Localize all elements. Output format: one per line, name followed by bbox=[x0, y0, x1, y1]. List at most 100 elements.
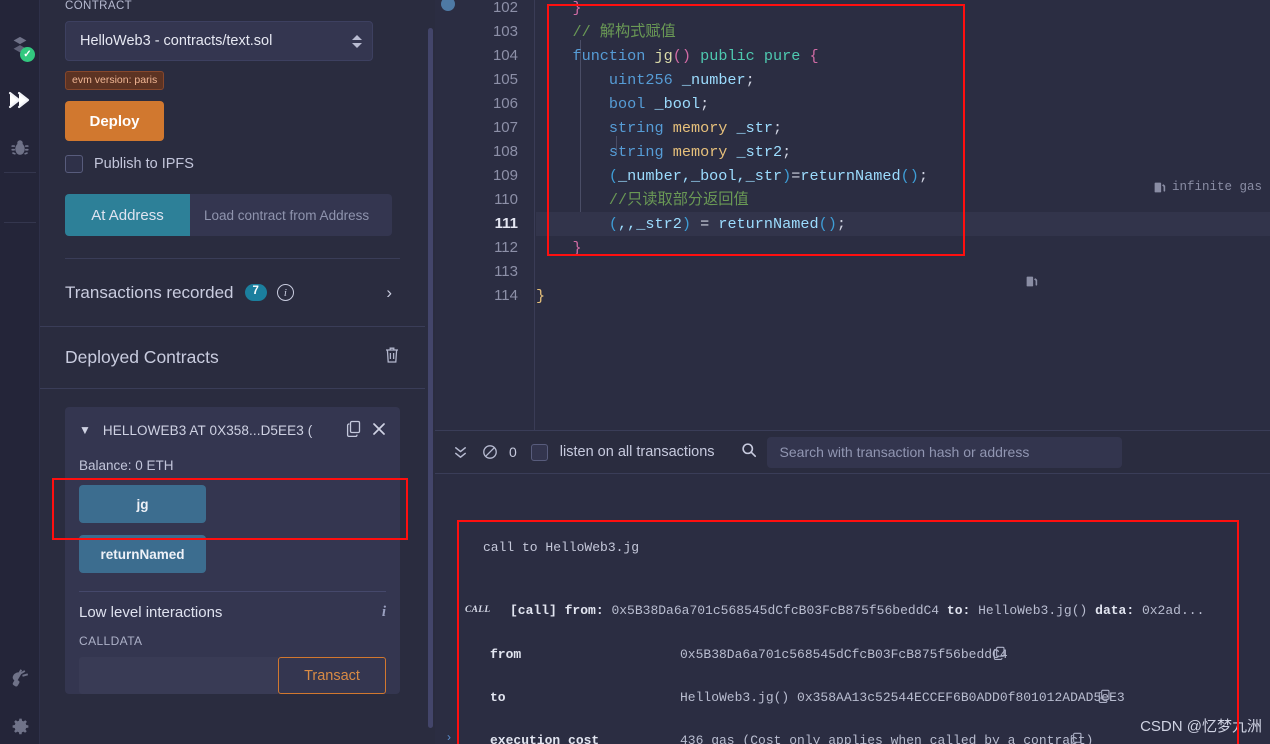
publish-ipfs-checkbox[interactable] bbox=[65, 155, 83, 173]
call-summary-token: [call] bbox=[510, 603, 557, 618]
detail-value-from: 0x5B38Da6a701c568545dCfcB03FcB875f56bedd… bbox=[680, 647, 1008, 662]
copy-icon[interactable] bbox=[1098, 689, 1111, 708]
code-content: } // 解构式赋值 function jg() public pure { u… bbox=[536, 0, 1270, 430]
terminal-prompt-caret: › bbox=[447, 730, 451, 744]
watermark: CSDN @忆梦九洲 bbox=[1140, 718, 1262, 735]
code-editor[interactable]: 102 103 104 105 106 107 108 109 110 111 112 113 114 … bbox=[435, 0, 1270, 430]
deployed-contracts-label: Deployed Contracts bbox=[65, 347, 219, 367]
at-address-input[interactable] bbox=[190, 194, 392, 236]
detail-value-execution-cost: 436 gas (Cost only applies when called b… bbox=[680, 733, 1094, 744]
detail-label-execution-cost: execution cost bbox=[490, 733, 600, 744]
line-number: 113 bbox=[494, 263, 518, 280]
chevron-down-icon[interactable]: ▼ bbox=[79, 423, 91, 437]
low-level-divider bbox=[79, 591, 386, 592]
editor-gutter: 102 103 104 105 106 107 108 109 110 111 112 113 114 bbox=[435, 0, 535, 430]
listen-all-transactions-checkbox[interactable] bbox=[530, 443, 548, 461]
gas-pump-icon bbox=[1154, 182, 1166, 192]
deployed-contract-header[interactable]: ▼ HELLOWEB3 AT 0X358...D5EE3 ( bbox=[79, 420, 386, 440]
solidity-compiler-icon[interactable]: ✓ bbox=[0, 26, 40, 66]
detail-label-from: from bbox=[490, 647, 522, 662]
contract-label: CONTRACT bbox=[65, 0, 133, 12]
code-line[interactable] bbox=[536, 260, 1270, 284]
right-area: 102 103 104 105 106 107 108 109 110 111 112 113 114 … bbox=[435, 0, 1270, 744]
code-line[interactable]: string memory _str; bbox=[536, 116, 1270, 140]
collapse-terminal-icon[interactable] bbox=[445, 445, 475, 460]
breakpoint-glyph-icon[interactable] bbox=[441, 0, 455, 11]
contract-section: CONTRACT HelloWeb3 - contracts/text.sol … bbox=[40, 0, 425, 259]
transactions-recorded-row[interactable]: Transactions recorded 7 i › bbox=[40, 259, 425, 327]
plugin-manager-icon[interactable] bbox=[0, 658, 40, 698]
line-number: 105 bbox=[492, 71, 518, 88]
remix-ide-window: ✓ CONTRACT HelloWeb3 - contracts/text.so… bbox=[0, 0, 1270, 744]
panel-resize-handle[interactable] bbox=[425, 0, 435, 744]
calldata-input[interactable] bbox=[79, 657, 278, 694]
evm-version-badge: evm version: paris bbox=[65, 71, 165, 90]
contract-select-value: HelloWeb3 - contracts/text.sol bbox=[80, 33, 273, 49]
code-line[interactable]: // 解构式赋值 bbox=[536, 20, 1270, 44]
publish-ipfs-label: Publish to IPFS bbox=[94, 156, 194, 172]
deploy-button[interactable]: Deploy bbox=[65, 101, 164, 141]
call-summary-token: data: bbox=[1095, 603, 1135, 618]
copy-icon[interactable] bbox=[1070, 732, 1083, 744]
deployed-contracts-header: Deployed Contracts bbox=[40, 327, 425, 389]
line-number: 104 bbox=[492, 47, 518, 64]
code-line[interactable]: function jg() public pure { bbox=[536, 44, 1270, 68]
code-line[interactable]: bool _bool; bbox=[536, 92, 1270, 116]
calldata-label: CALLDATA bbox=[79, 634, 143, 648]
settings-gear-icon[interactable] bbox=[0, 706, 40, 744]
code-line[interactable]: (,,_str2) = returnNamed(); bbox=[536, 212, 1270, 236]
line-number: 110 bbox=[494, 191, 518, 208]
line-number: 108 bbox=[492, 143, 518, 160]
copy-address-icon[interactable] bbox=[346, 420, 362, 440]
line-number: 106 bbox=[492, 95, 518, 112]
line-number: 112 bbox=[494, 239, 518, 256]
terminal-log-title: call to HelloWeb3.jg bbox=[483, 540, 640, 555]
gas-estimate-line-110: infinite gas bbox=[1153, 180, 1262, 194]
code-line[interactable]: } bbox=[536, 0, 1270, 20]
line-number: 103 bbox=[492, 23, 518, 40]
call-summary-token bbox=[557, 603, 565, 618]
terminal-output[interactable]: call to HelloWeb3.jg CALL [call] from: 0… bbox=[435, 474, 1270, 744]
deployed-contract-title: HELLOWEB3 AT 0X358...D5EE3 ( bbox=[102, 422, 313, 438]
debugger-bug-icon[interactable] bbox=[0, 128, 40, 168]
chevron-updown-icon bbox=[352, 34, 362, 48]
compiler-success-badge: ✓ bbox=[20, 47, 35, 62]
line-number: 114 bbox=[494, 287, 518, 304]
copy-icon[interactable] bbox=[993, 646, 1006, 665]
low-level-interactions-header: Low level interactions i bbox=[79, 604, 386, 621]
gas-pump-icon bbox=[1026, 276, 1038, 287]
deployed-contract-card: ▼ HELLOWEB3 AT 0X358...D5EE3 ( Balance: … bbox=[65, 407, 400, 694]
at-address-row: At Address bbox=[65, 194, 392, 236]
transaction-search-input[interactable] bbox=[766, 436, 1122, 468]
function-button-jg[interactable]: jg bbox=[79, 485, 206, 523]
search-icon[interactable] bbox=[741, 442, 757, 463]
listen-all-transactions-label: listen on all transactions bbox=[559, 444, 715, 460]
call-summary-token: from: bbox=[564, 603, 604, 618]
detail-value-to: HelloWeb3.jg() 0x358AA13c52544ECCEF6B0AD… bbox=[680, 690, 1125, 705]
contract-select[interactable]: HelloWeb3 - contracts/text.sol bbox=[65, 21, 373, 61]
deploy-run-icon[interactable] bbox=[0, 80, 40, 120]
line-number: 109 bbox=[492, 167, 518, 184]
clear-console-icon[interactable] bbox=[475, 444, 505, 460]
at-address-button[interactable]: At Address bbox=[65, 194, 190, 236]
close-contract-icon[interactable] bbox=[372, 422, 386, 439]
publish-to-ipfs-row[interactable]: Publish to IPFS bbox=[65, 155, 400, 173]
low-level-info-icon[interactable]: i bbox=[382, 604, 386, 621]
calldata-row: Transact bbox=[79, 657, 386, 694]
transact-button[interactable]: Transact bbox=[278, 657, 386, 694]
icon-rail: ✓ bbox=[0, 0, 40, 744]
line-number: 107 bbox=[492, 119, 518, 136]
deploy-and-run-panel: CONTRACT HelloWeb3 - contracts/text.sol … bbox=[40, 0, 425, 744]
code-line[interactable]: } bbox=[536, 236, 1270, 260]
terminal-toolbar: 0 listen on all transactions bbox=[435, 430, 1270, 474]
call-type-badge: CALL bbox=[465, 605, 491, 615]
detail-label-to: to bbox=[490, 690, 506, 705]
call-summary-line: [call] from: 0x5B38Da6a701c568545dCfcB03… bbox=[510, 603, 1204, 618]
trash-icon[interactable] bbox=[384, 346, 400, 369]
info-icon[interactable]: i bbox=[276, 284, 294, 301]
code-line[interactable]: string memory _str2; bbox=[536, 140, 1270, 164]
function-button-returnNamed[interactable]: returnNamed bbox=[79, 535, 206, 573]
code-line[interactable]: uint256 _number; bbox=[536, 68, 1270, 92]
chevron-right-icon[interactable]: › bbox=[386, 283, 400, 303]
code-line[interactable]: } bbox=[536, 284, 1270, 308]
